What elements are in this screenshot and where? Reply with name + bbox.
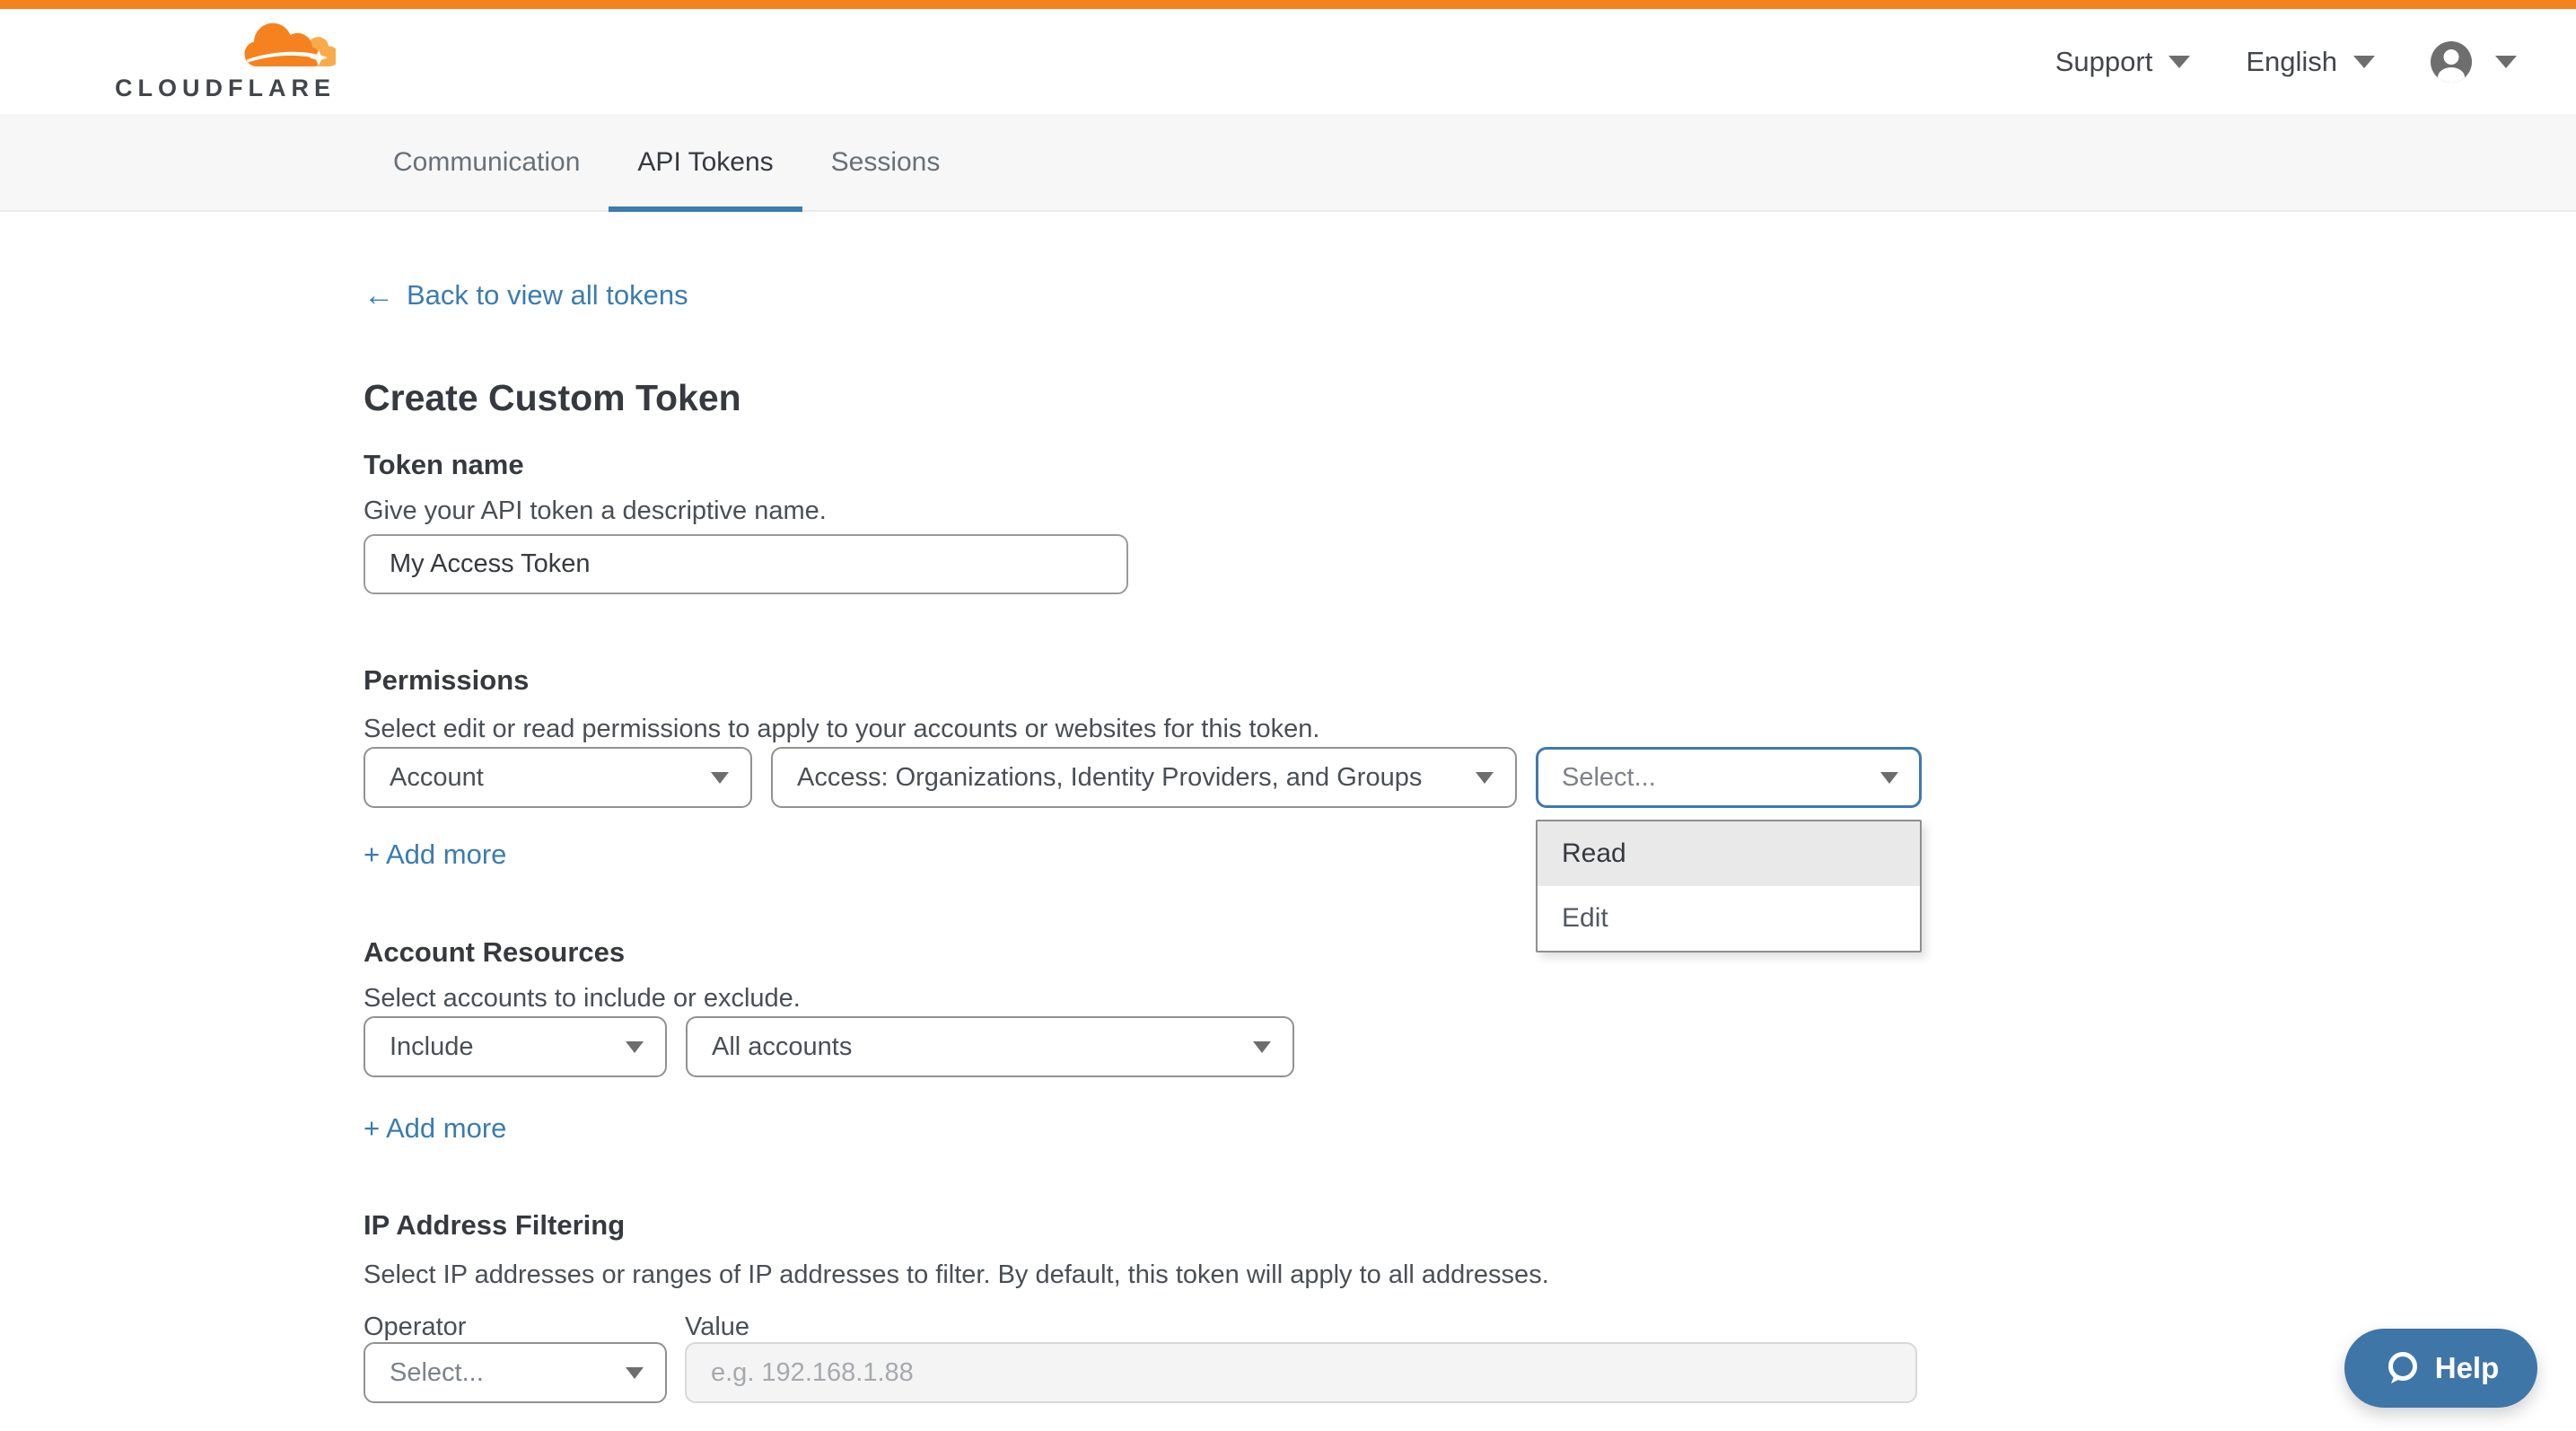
- chevron-down-icon: [626, 1041, 644, 1053]
- ip-filtering-labels: Operator Value: [364, 1312, 2576, 1342]
- access-level-menu: Read Edit: [1536, 820, 1922, 953]
- account-resources-heading: Account Resources: [364, 935, 2576, 970]
- ip-filtering-heading: IP Address Filtering: [364, 1208, 2576, 1242]
- access-level-select[interactable]: Select...: [1536, 747, 1922, 808]
- back-arrow-icon: ←: [364, 277, 394, 313]
- brand-top-bar: [0, 0, 2576, 9]
- user-avatar-icon: [2431, 41, 2472, 83]
- tab-sessions[interactable]: Sessions: [802, 114, 969, 210]
- cloudflare-wordmark: CLOUDFLARE: [115, 75, 336, 102]
- permissions-heading: Permissions: [364, 663, 2576, 698]
- tab-bar: Communication API Tokens Sessions: [0, 114, 2576, 212]
- back-link-label: Back to view all tokens: [407, 277, 688, 313]
- permissions-row: Account Access: Organizations, Identity …: [364, 747, 2576, 808]
- value-label: Value: [685, 1312, 749, 1342]
- token-name-description: Give your API token a descriptive name.: [364, 495, 2576, 527]
- ip-filtering-description: Select IP addresses or ranges of IP addr…: [364, 1259, 2576, 1291]
- menu-option-label: Read: [1562, 838, 1626, 869]
- header: CLOUDFLARE Support English: [0, 9, 2576, 114]
- permissions-description: Select edit or read permissions to apply…: [364, 713, 2576, 745]
- operator-value: Select...: [390, 1358, 484, 1388]
- ip-filtering-row: Select...: [364, 1342, 2576, 1403]
- chevron-down-icon: [1476, 772, 1494, 784]
- token-name-heading: Token name: [364, 448, 2576, 482]
- cloudflare-cloud-icon: [242, 22, 336, 74]
- include-exclude-select[interactable]: Include: [364, 1016, 667, 1077]
- help-button[interactable]: Help: [2344, 1329, 2537, 1408]
- menu-option-label: Edit: [1562, 903, 1608, 934]
- account-menu[interactable]: [2431, 41, 2517, 83]
- chevron-down-icon: [711, 772, 729, 784]
- chevron-down-icon: [2169, 56, 2190, 68]
- tab-api-tokens[interactable]: API Tokens: [609, 114, 802, 210]
- access-level-dropdown: Select... Read Edit: [1536, 747, 1922, 808]
- main-content: ← Back to view all tokens Create Custom …: [0, 212, 2576, 1403]
- access-level-value: Select...: [1562, 763, 1656, 793]
- chevron-down-icon: [2353, 56, 2375, 68]
- include-exclude-value: Include: [390, 1032, 474, 1062]
- page-title: Create Custom Token: [364, 376, 2576, 419]
- chevron-down-icon: [1880, 772, 1898, 784]
- account-resources-add-more-link[interactable]: + Add more: [364, 1111, 506, 1146]
- chevron-down-icon: [1253, 1041, 1271, 1053]
- support-menu[interactable]: Support: [2055, 46, 2191, 78]
- language-label: English: [2246, 46, 2337, 78]
- accounts-value: All accounts: [712, 1032, 852, 1062]
- menu-option-edit[interactable]: Edit: [1538, 886, 1920, 951]
- tab-communication[interactable]: Communication: [364, 114, 609, 210]
- operator-label: Operator: [364, 1312, 685, 1342]
- chat-bubble-icon: [2383, 1349, 2421, 1387]
- permission-scope-select[interactable]: Account: [364, 747, 752, 808]
- menu-option-read[interactable]: Read: [1538, 821, 1920, 886]
- tab-label: API Tokens: [637, 147, 773, 178]
- chevron-down-icon: [2495, 56, 2517, 68]
- permission-scope-value: Account: [390, 763, 484, 793]
- account-resources-row: Include All accounts: [364, 1016, 2576, 1077]
- token-name-input[interactable]: [364, 534, 1128, 594]
- help-button-label: Help: [2435, 1351, 2500, 1385]
- accounts-select[interactable]: All accounts: [686, 1016, 1294, 1077]
- tab-label: Sessions: [831, 147, 941, 178]
- permission-group-value: Access: Organizations, Identity Provider…: [797, 763, 1422, 793]
- language-menu[interactable]: English: [2246, 46, 2375, 78]
- tab-label: Communication: [393, 147, 580, 178]
- permissions-add-more-link[interactable]: + Add more: [364, 837, 506, 873]
- chevron-down-icon: [626, 1367, 644, 1379]
- support-label: Support: [2055, 46, 2153, 78]
- account-resources-description: Select accounts to include or exclude.: [364, 982, 2576, 1014]
- cloudflare-logo[interactable]: CLOUDFLARE: [115, 22, 336, 102]
- top-nav: Support English: [2055, 41, 2517, 83]
- permission-group-select[interactable]: Access: Organizations, Identity Provider…: [771, 747, 1517, 808]
- operator-select[interactable]: Select...: [364, 1342, 667, 1403]
- back-to-tokens-link[interactable]: ← Back to view all tokens: [364, 277, 688, 313]
- ip-value-input[interactable]: [685, 1342, 1917, 1403]
